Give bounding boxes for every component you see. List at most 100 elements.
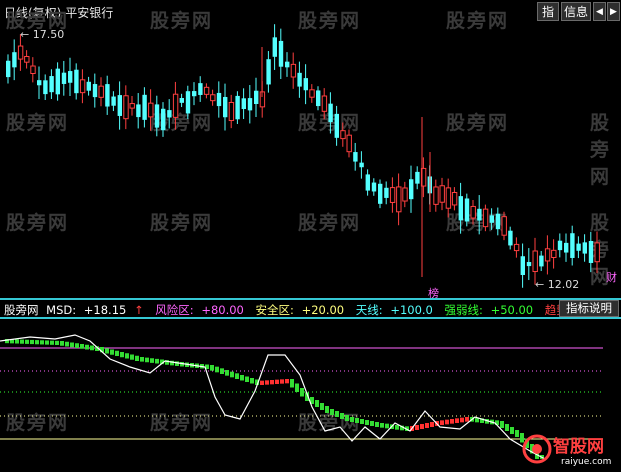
candle-body [384, 187, 389, 198]
trend-segment [110, 349, 114, 355]
trend-segment [240, 375, 244, 381]
trend-segment [35, 340, 39, 345]
trend-segment [280, 379, 284, 384]
trend-segment [315, 400, 319, 407]
trend-segment [340, 413, 344, 419]
candle-body [365, 174, 370, 191]
prev-arrow-icon[interactable]: ◀ [593, 2, 606, 21]
trend-segment [515, 430, 519, 437]
trend-segment [65, 341, 69, 347]
trend-segment [105, 348, 109, 354]
trend-segment [500, 421, 504, 428]
candle-body [278, 40, 284, 67]
candle-body [415, 171, 420, 184]
trend-segment [45, 340, 49, 345]
candle-body [316, 90, 321, 107]
candle-body [74, 69, 79, 94]
indicator-button[interactable]: 指 [537, 2, 559, 21]
trend-segment [260, 380, 264, 385]
trend-segment [510, 427, 514, 434]
indicator-name[interactable]: 股旁网 [4, 303, 39, 317]
candle-body [92, 84, 98, 98]
candle-body [241, 98, 246, 110]
trend-segment [290, 379, 294, 388]
logo-text: 智股网 [553, 436, 604, 457]
candle-body [223, 96, 228, 118]
candle-body [55, 68, 60, 95]
candle-body [526, 262, 532, 267]
candle-body [43, 80, 48, 95]
trend-segment [335, 411, 339, 417]
msd-line [0, 334, 546, 460]
candle-body [272, 37, 277, 57]
trend-segment [85, 344, 89, 350]
candle-body [17, 45, 24, 60]
trend-segment [330, 409, 334, 415]
trend-segment [455, 418, 459, 423]
candle-body [172, 93, 179, 118]
candlestick-series [6, 24, 600, 288]
info-button[interactable]: 信息 [561, 2, 591, 21]
trend-segment [375, 422, 379, 427]
candle-body [185, 91, 191, 114]
candle-body [582, 242, 587, 254]
candle-body [464, 198, 470, 222]
trend-segment [75, 343, 79, 348]
trend-segment [115, 350, 119, 356]
trend-series [5, 339, 544, 459]
next-arrow-icon[interactable]: ▶ [607, 2, 620, 21]
trend-segment [235, 373, 239, 379]
trend-segment [250, 378, 254, 384]
candle-body [179, 98, 184, 103]
candle-body [439, 185, 445, 203]
candle-body [409, 179, 414, 200]
logo-url: raiyue.com [561, 457, 611, 467]
candle-body [346, 134, 352, 153]
trend-segment [155, 358, 159, 364]
trend-segment [325, 406, 329, 413]
trend-segment [465, 417, 469, 422]
trend-segment [450, 419, 454, 424]
trend-segment [395, 425, 399, 430]
trend-segment [20, 339, 24, 344]
trend-segment [90, 345, 94, 351]
trend-segment [345, 415, 349, 421]
candle-body [192, 91, 197, 97]
candle-body [297, 72, 302, 87]
candle-body [489, 215, 494, 223]
candle-body [254, 90, 259, 104]
candle-body [477, 208, 482, 221]
trend-segment [360, 419, 364, 424]
trend-segment [380, 423, 384, 428]
candle-body [321, 95, 328, 112]
trend-segment [275, 379, 279, 384]
trend-segment [225, 370, 229, 376]
trend-segment [30, 339, 34, 345]
candle-body [433, 186, 439, 205]
trend-segment [130, 354, 134, 360]
trend-segment [385, 423, 389, 429]
trend-segment [285, 379, 289, 384]
pane-separator[interactable] [0, 298, 621, 300]
trend-segment [430, 422, 434, 427]
candle-body [98, 85, 104, 98]
candle-body [328, 103, 333, 123]
indicator-help-button[interactable]: 指标说明 [559, 300, 619, 317]
candle-body [111, 96, 116, 106]
candle-body [340, 130, 346, 140]
trend-segment [370, 421, 374, 426]
candle-body [551, 249, 557, 258]
trend-segment [145, 357, 149, 363]
trend-segment [365, 420, 369, 425]
finance-badge[interactable]: 财 [606, 269, 617, 285]
candle-body [49, 76, 54, 93]
candle-body [451, 192, 458, 206]
candle-body [198, 83, 203, 95]
price-chart[interactable] [0, 22, 621, 298]
trend-segment [265, 380, 269, 385]
risk-value: 风险区: +80.00 [155, 303, 244, 317]
trend-segment [350, 417, 354, 422]
candle-body [37, 80, 42, 86]
candle-body [266, 59, 271, 85]
candle-body [508, 230, 513, 246]
